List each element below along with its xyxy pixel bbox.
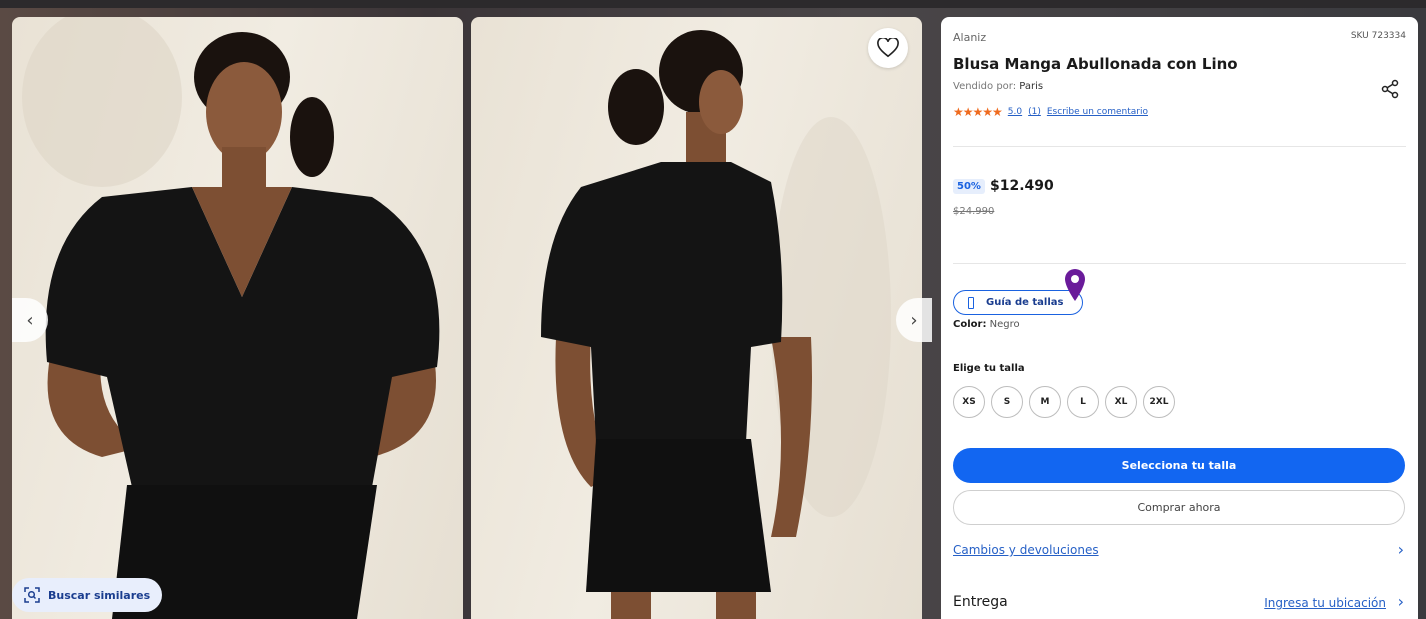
sku-label: SKU 723334 <box>1350 31 1406 41</box>
buy-now-button[interactable]: Comprar ahora <box>953 490 1405 525</box>
color-selection: Color: Negro <box>953 319 1020 330</box>
size-options: XS S M L XL 2XL <box>953 386 1175 418</box>
size-option-m[interactable]: M <box>1029 386 1061 418</box>
star-rating-icon: ★★★★★ <box>953 105 1003 119</box>
size-option-s[interactable]: S <box>991 386 1023 418</box>
returns-link[interactable]: Cambios y devoluciones <box>953 543 1099 557</box>
write-review-link[interactable]: Escribe un comentario <box>1047 107 1148 117</box>
image-search-icon <box>24 587 40 603</box>
search-similar-label: Buscar similares <box>48 588 151 602</box>
select-size-button[interactable]: Selecciona tu talla <box>953 448 1405 483</box>
location-pin-icon <box>1065 269 1085 301</box>
seller-name: Paris <box>1019 81 1044 92</box>
divider <box>953 263 1406 264</box>
size-option-xs[interactable]: XS <box>953 386 985 418</box>
brand-name[interactable]: Alaniz <box>953 31 986 44</box>
chevron-left-icon: ‹ <box>26 309 34 331</box>
original-price: $24.990 <box>953 206 995 217</box>
product-photo-front[interactable] <box>12 17 463 619</box>
gallery-next-button[interactable]: › <box>896 298 932 342</box>
heart-outline-icon <box>877 38 899 58</box>
discount-badge: 50% <box>953 179 985 194</box>
current-price: $12.490 <box>990 178 1054 194</box>
product-info-panel: Alaniz SKU 723334 Blusa Manga Abullonada… <box>941 17 1418 619</box>
size-option-2xl[interactable]: 2XL <box>1143 386 1175 418</box>
enter-location-link[interactable]: Ingresa tu ubicación <box>1264 596 1386 610</box>
rating-row: ★★★★★ 5.0 (1) Escribe un comentario <box>953 105 1148 119</box>
share-icon[interactable] <box>1380 79 1400 99</box>
delivery-heading: Entrega <box>953 594 1008 610</box>
divider <box>953 146 1406 147</box>
size-heading: Elige tu talla <box>953 363 1025 374</box>
color-label: Color: <box>953 319 987 330</box>
rating-value-link[interactable]: 5.0 <box>1008 107 1022 117</box>
chevron-right-icon[interactable]: › <box>1398 540 1404 559</box>
search-similar-button[interactable]: Buscar similares <box>12 578 162 612</box>
color-value: Negro <box>989 319 1020 330</box>
size-guide-label: Guía de tallas <box>986 297 1064 308</box>
product-photo-back[interactable] <box>471 17 922 619</box>
chevron-right-icon[interactable]: › <box>1398 592 1404 611</box>
seller-info: Vendido por: Paris <box>953 81 1043 92</box>
model-back-illustration <box>541 30 891 619</box>
rating-count-link[interactable]: (1) <box>1028 107 1041 117</box>
size-option-l[interactable]: L <box>1067 386 1099 418</box>
seller-prefix: Vendido por: <box>953 81 1017 92</box>
favorite-button[interactable] <box>868 28 908 68</box>
model-front-illustration <box>22 17 440 619</box>
size-option-xl[interactable]: XL <box>1105 386 1137 418</box>
product-title: Blusa Manga Abullonada con Lino <box>953 55 1238 73</box>
top-bar <box>0 0 1426 8</box>
chevron-right-icon: › <box>910 309 918 331</box>
ruler-icon <box>968 296 974 309</box>
